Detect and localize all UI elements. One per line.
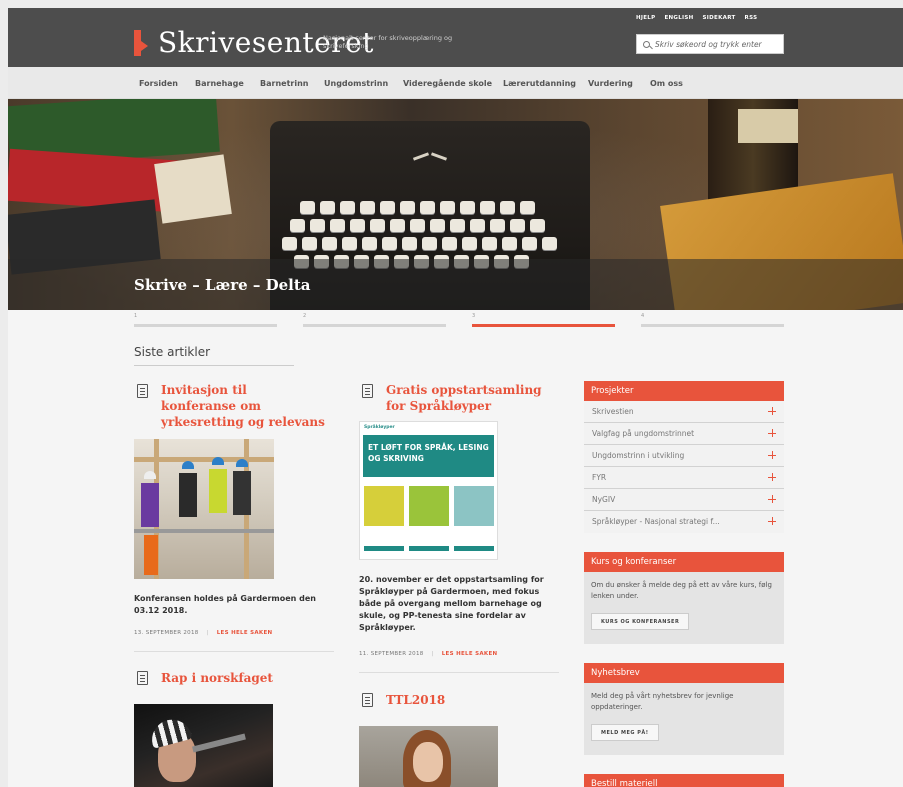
slider-tab-1[interactable]: 1	[134, 313, 277, 327]
logo-mark-icon	[134, 29, 148, 56]
article-meta: 13. SEPTEMBER 2018 | LES HELE SAKEN	[134, 630, 273, 636]
project-item-fyr[interactable]: FYR	[584, 467, 784, 489]
nav-item-barnehage[interactable]: Barnehage	[195, 79, 244, 88]
article-icon	[362, 384, 373, 398]
article-image[interactable]	[134, 704, 273, 787]
nav-item-barnetrinn[interactable]: Barnetrinn	[260, 79, 308, 88]
nav-item-om-oss[interactable]: Om oss	[650, 79, 683, 88]
project-item-sprakloyper[interactable]: Språkløyper - Nasjonal strategi f...	[584, 511, 784, 533]
plus-icon[interactable]	[768, 407, 776, 415]
page: Skrivesenteret Nasjonalt senter for skri…	[8, 8, 903, 787]
courses-heading: Kurs og konferanser	[584, 552, 784, 572]
article-title[interactable]: Gratis oppstartsamling for Språkløyper	[386, 382, 561, 414]
article-icon	[137, 671, 148, 685]
plus-icon[interactable]	[768, 495, 776, 503]
slider-tab-2[interactable]: 2	[303, 313, 446, 327]
article-image[interactable]	[359, 726, 498, 787]
hero-paper	[154, 154, 232, 224]
top-link-rss[interactable]: RSS	[745, 15, 758, 21]
sprakloyper-banner: ET LØFT FOR SPRÅK, LESING OG SKRIVING	[363, 435, 494, 477]
project-item-valgfag[interactable]: Valgfag på ungdomstrinnet	[584, 423, 784, 445]
slider-tab-4[interactable]: 4	[641, 313, 784, 327]
top-link-sitemap[interactable]: SIDEKART	[703, 15, 736, 21]
top-links: HJELP ENGLISH SIDEKART RSS	[636, 15, 757, 21]
hero-title: Skrive – Lære – Delta	[134, 276, 311, 294]
search-icon	[643, 40, 650, 48]
article-image[interactable]	[134, 439, 274, 579]
project-item-nygiv[interactable]: NyGIV	[584, 489, 784, 511]
courses-box: Kurs og konferanser Om du ønsker å melde…	[584, 552, 784, 644]
plus-icon[interactable]	[768, 473, 776, 481]
plus-icon[interactable]	[768, 517, 776, 525]
nav-item-vurdering[interactable]: Vurdering	[588, 79, 633, 88]
courses-button[interactable]: KURS OG KONFERANSER	[591, 613, 690, 630]
project-item-skrivestien[interactable]: Skrivestien	[584, 401, 784, 423]
order-heading: Bestill materiell	[584, 774, 784, 787]
article-description: 20. november er det oppstartsamling for …	[359, 575, 544, 632]
article-title[interactable]: Invitasjon til konferanse om yrkesrettin…	[161, 382, 326, 430]
article-description: Konferansen holdes på Gardermoen den 03.…	[134, 594, 316, 615]
plus-icon[interactable]	[768, 429, 776, 437]
article-icon	[137, 384, 148, 398]
top-link-help[interactable]: HJELP	[636, 15, 655, 21]
article-date: 11. SEPTEMBER 2018	[359, 651, 424, 657]
projects-box: Prosjekter Skrivestien Valgfag på ungdom…	[584, 381, 784, 533]
main-nav: Forsiden Barnehage Barnetrinn Ungdomstri…	[8, 67, 903, 99]
slider-tab-3[interactable]: 3	[472, 313, 615, 327]
project-item-ungdomstrinn[interactable]: Ungdomstrinn i utvikling	[584, 445, 784, 467]
article-meta: 11. SEPTEMBER 2018 | LES HELE SAKEN	[359, 651, 498, 657]
top-link-english[interactable]: ENGLISH	[664, 15, 693, 21]
projects-heading: Prosjekter	[584, 381, 784, 401]
newsletter-box: Nyhetsbrev Meld deg på vårt nyhetsbrev f…	[584, 663, 784, 755]
hero-bottle-label	[738, 109, 798, 143]
read-more-link[interactable]: LES HELE SAKEN	[217, 630, 273, 636]
nav-item-laererutdanning[interactable]: Lærerutdanning	[503, 79, 576, 88]
article-image[interactable]: Språkløyper ET LØFT FOR SPRÅK, LESING OG…	[359, 421, 498, 560]
plus-icon[interactable]	[768, 451, 776, 459]
typewriter-wings-icon	[413, 151, 447, 167]
newsletter-heading: Nyhetsbrev	[584, 663, 784, 683]
hero-banner[interactable]: Skrive – Lære – Delta	[8, 99, 903, 310]
tagline: Nasjonalt senter for skriveopplæring og …	[323, 34, 453, 50]
section-divider	[134, 365, 294, 366]
section-title: Siste artikler	[134, 345, 211, 359]
nav-item-ungdomstrinn[interactable]: Ungdomstrinn	[324, 79, 388, 88]
nav-item-forsiden[interactable]: Forsiden	[139, 79, 178, 88]
search-box[interactable]	[636, 34, 784, 54]
nav-item-videregaende[interactable]: Videregående skole	[403, 79, 492, 88]
article-title[interactable]: Rap i norskfaget	[161, 670, 331, 686]
newsletter-text: Meld deg på vårt nyhetsbrev for jevnlige…	[591, 692, 734, 711]
article-title[interactable]: TTL2018	[386, 692, 556, 708]
article-icon	[362, 693, 373, 707]
article-date: 13. SEPTEMBER 2018	[134, 630, 199, 636]
slider-tabs: 1 2 3 4	[134, 313, 784, 327]
courses-text: Om du ønsker å melde deg på ett av våre …	[591, 581, 772, 600]
read-more-link[interactable]: LES HELE SAKEN	[442, 651, 498, 657]
order-box: Bestill materiell	[584, 774, 784, 787]
search-input[interactable]	[655, 39, 775, 49]
newsletter-signup-button[interactable]: MELD MEG PÅ!	[591, 724, 659, 741]
site-header: Skrivesenteret Nasjonalt senter for skri…	[8, 8, 903, 67]
sprakloyper-logo: Språkløyper	[364, 425, 395, 430]
